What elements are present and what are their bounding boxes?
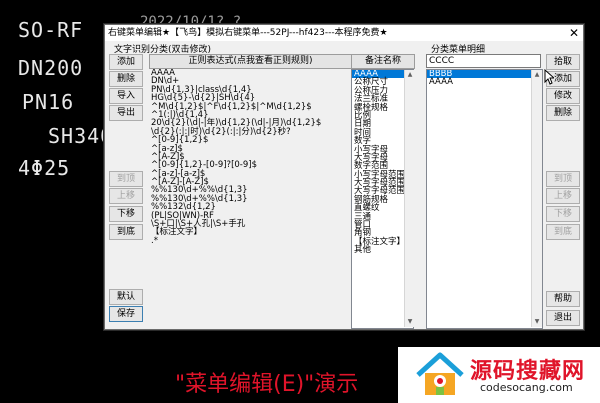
- pickup-button[interactable]: 拾取: [546, 54, 580, 70]
- watermark-url: codesocang.com: [480, 381, 573, 394]
- scroll-down-arrow-icon[interactable]: ▼: [532, 317, 542, 327]
- regex-list[interactable]: AAAA DN\d+ PN\d{1,3}|class\d{1,4} HG\d{5}-\…: [149, 69, 349, 327]
- exit-button[interactable]: 退出: [546, 310, 580, 326]
- detail-list-item[interactable]: AAAA: [427, 78, 542, 87]
- detail-search-input[interactable]: CCCC: [426, 54, 541, 68]
- detail-move-up-button[interactable]: 上移: [546, 188, 580, 204]
- close-icon[interactable]: ✕: [567, 25, 581, 41]
- menu-editor-dialog: 右键菜单编辑★【飞鸟】模拟右键菜单---52PJ---hf423---本程序免费…: [104, 24, 584, 330]
- help-button[interactable]: 帮助: [546, 291, 580, 307]
- regex-list-item[interactable]: .*: [149, 236, 349, 245]
- mouse-cursor-icon: [544, 69, 554, 85]
- move-up-button[interactable]: 上移: [109, 188, 143, 204]
- add-category-button[interactable]: 添加: [109, 54, 143, 70]
- move-top-button[interactable]: 到顶: [109, 171, 143, 187]
- dialog-titlebar[interactable]: 右键菜单编辑★【飞鸟】模拟右键菜单---52PJ---hf423---本程序免费…: [105, 25, 583, 41]
- regex-column-header[interactable]: 正则表达式(点我查看正则规则): [149, 54, 352, 69]
- cad-label-so-rf: SO-RF: [18, 18, 84, 42]
- watermark: 源码搜藏网 codesocang.com: [398, 347, 600, 403]
- import-button[interactable]: 导入: [109, 88, 143, 104]
- menu-name-column-header[interactable]: 备注名称: [351, 54, 415, 69]
- move-down-button[interactable]: 下移: [109, 206, 143, 222]
- detail-list[interactable]: BBBB AAAA: [426, 69, 543, 329]
- scroll-down-arrow-icon[interactable]: ▼: [405, 317, 415, 327]
- dialog-title: 右键菜单编辑★【飞鸟】模拟右键菜单---52PJ---hf423---本程序免费…: [108, 28, 388, 38]
- save-button[interactable]: 保存: [109, 306, 143, 322]
- scroll-up-arrow-icon[interactable]: ▲: [405, 70, 415, 80]
- cad-label-pn16: PN16: [22, 90, 75, 114]
- modify-detail-button[interactable]: 修改: [546, 88, 580, 104]
- regex-list-item[interactable]: 【标注文字】: [149, 228, 349, 237]
- export-button[interactable]: 导出: [109, 105, 143, 121]
- scroll-up-arrow-icon[interactable]: ▲: [532, 70, 542, 80]
- house-logo-icon: [416, 352, 464, 395]
- demo-caption: "菜单编辑(E)"演示: [175, 372, 359, 397]
- cad-label-bolt: 4Φ25: [18, 156, 71, 180]
- delete-category-button[interactable]: 删除: [109, 71, 143, 87]
- cad-label-dn200: DN200: [18, 56, 84, 80]
- delete-detail-button[interactable]: 删除: [546, 105, 580, 121]
- detail-move-down-button[interactable]: 下移: [546, 206, 580, 222]
- move-bottom-button[interactable]: 到底: [109, 224, 143, 240]
- detail-move-bottom-button[interactable]: 到底: [546, 224, 580, 240]
- detail-list-scrollbar[interactable]: ▲ ▼: [531, 70, 542, 327]
- regex-list-item[interactable]: AAAA: [149, 69, 349, 77]
- default-button[interactable]: 默认: [109, 289, 143, 305]
- menu-list-scrollbar[interactable]: ▲ ▼: [404, 70, 415, 327]
- detail-move-top-button[interactable]: 到顶: [546, 171, 580, 187]
